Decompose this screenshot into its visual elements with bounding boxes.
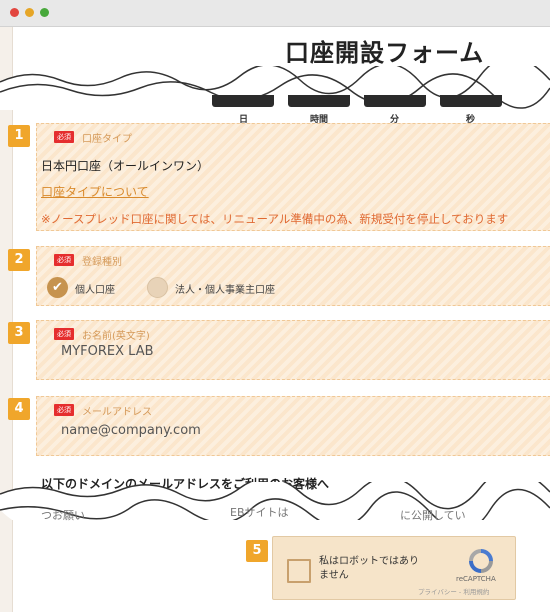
step-badge-1: 1 (8, 125, 30, 147)
timer-hours-box (288, 95, 350, 107)
recaptcha-logo-icon (469, 549, 493, 573)
registration-type-label: 登録種別 (82, 257, 122, 268)
account-type-label: 口座タイプ (82, 134, 132, 145)
section-name[interactable]: 必須 お名前(英文字) MYFOREX LAB (36, 320, 550, 380)
radio-individual-label[interactable]: 個人口座 (75, 281, 115, 296)
page-left-edge (0, 27, 13, 612)
minimize-window-button[interactable] (25, 8, 34, 17)
recaptcha-widget: 私はロボットではあり ません reCAPTCHA プライバシー - 利用規約 (272, 536, 516, 600)
step-badge-2: 2 (8, 249, 30, 271)
timer-days-box (212, 95, 274, 107)
section-account-type: 必須 口座タイプ 日本円口座（オールインワン） 口座タイプについて ※ノースプレ… (36, 123, 550, 231)
required-tag: 必須 (54, 254, 74, 266)
page-title: 口座開設フォーム (285, 39, 485, 67)
step-badge-5: 5 (246, 540, 268, 562)
radio-corporate[interactable] (147, 277, 168, 298)
account-type-notice: ※ノースプレッド口座に関しては、リニューアル準備中の為、新規受付を停止しておりま… (41, 212, 509, 226)
notice-text-fragment-2: EBサイトは (230, 506, 289, 519)
email-label: メールアドレス (82, 407, 152, 418)
notice-text-fragment-1: つお願い (41, 509, 85, 522)
required-tag: 必須 (54, 404, 74, 416)
recaptcha-label-line2: ません (319, 570, 349, 581)
timer-seconds-box (440, 95, 502, 107)
account-type-info-link[interactable]: 口座タイプについて (41, 183, 149, 200)
recaptcha-label-line1: 私はロボットではあり (319, 556, 419, 567)
maximize-window-button[interactable] (40, 8, 49, 17)
section-registration-type: 必須 登録種別 ✔ 個人口座 法人・個人事業主口座 (36, 246, 550, 306)
recaptcha-checkbox[interactable] (287, 559, 311, 583)
timer-minutes-box (364, 95, 426, 107)
name-label: お名前(英文字) (82, 331, 150, 342)
required-tag: 必須 (54, 328, 74, 340)
recaptcha-brand: reCAPTCHA (456, 575, 496, 583)
required-tag: 必須 (54, 131, 74, 143)
radio-corporate-label[interactable]: 法人・個人事業主口座 (175, 281, 275, 296)
section-email[interactable]: 必須 メールアドレス name@company.com (36, 396, 550, 456)
radio-individual[interactable]: ✔ (47, 277, 68, 298)
name-input[interactable]: MYFOREX LAB (61, 344, 154, 359)
email-input[interactable]: name@company.com (61, 423, 201, 438)
recaptcha-label: 私はロボットではあり ません (319, 555, 419, 583)
account-type-value[interactable]: 日本円口座（オールインワン） (41, 157, 209, 174)
close-window-button[interactable] (10, 8, 19, 17)
step-badge-3: 3 (8, 322, 30, 344)
step-badge-4: 4 (8, 398, 30, 420)
notice-text-fragment-3: に公開してい (400, 509, 466, 522)
check-icon: ✔ (52, 280, 63, 295)
recaptcha-privacy-terms-links[interactable]: プライバシー - 利用規約 (418, 586, 489, 596)
browser-titlebar (0, 0, 550, 27)
